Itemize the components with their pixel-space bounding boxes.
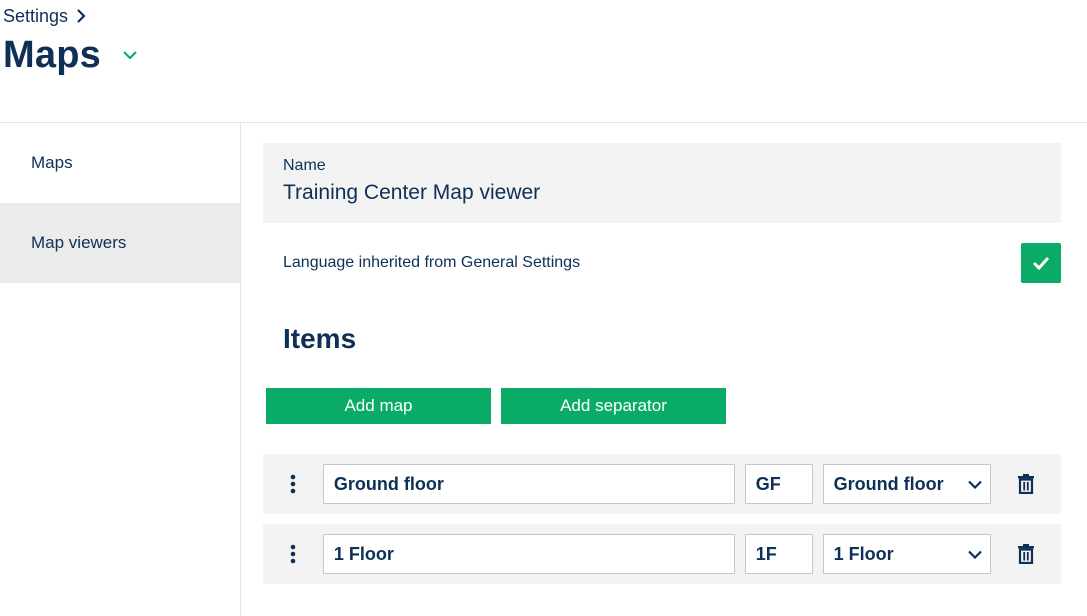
item-map-select[interactable]: 1 Floor [822,534,992,574]
chevron-down-icon [968,550,982,559]
item-list: Ground floor GF Ground floor 1 Floor 1F … [263,454,1061,584]
language-row: Language inherited from General Settings [263,223,1061,303]
name-field[interactable]: Name Training Center Map viewer [263,143,1061,223]
trash-icon[interactable] [991,524,1061,584]
chevron-down-icon[interactable] [123,50,137,60]
trash-icon[interactable] [991,454,1061,514]
main-content: Name Training Center Map viewer Language… [263,143,1061,594]
item-row: Ground floor GF Ground floor [263,454,1061,514]
page-title-row: Maps [3,32,137,78]
page-title: Maps [3,33,101,76]
language-label: Language inherited from General Settings [283,254,581,271]
items-heading: Items [283,323,357,354]
item-name-input[interactable]: 1 Floor [322,534,735,574]
item-map-select-value: Ground floor [833,473,944,494]
item-map-select[interactable]: Ground floor [822,464,992,504]
item-row: 1 Floor 1F 1 Floor [263,524,1061,584]
checkmark-icon [1032,256,1050,270]
item-short-input[interactable]: 1F [744,534,813,574]
drag-handle-icon[interactable] [263,454,323,514]
add-separator-button[interactable]: Add separator [501,388,726,424]
chevron-right-icon [76,9,86,23]
chevron-down-icon [968,480,982,489]
breadcrumb[interactable]: Settings [3,6,86,26]
sidebar-item-label: Map viewers [31,233,127,252]
item-name-input[interactable]: Ground floor [322,464,735,504]
name-value[interactable]: Training Center Map viewer [283,181,1041,205]
item-actions: Add map Add separator [263,388,1061,424]
add-map-button[interactable]: Add map [266,388,491,424]
sidebar-item-map-viewers[interactable]: Map viewers [0,203,240,283]
sidebar-item-label: Maps [31,153,73,172]
item-map-select-value: 1 Floor [833,543,894,564]
sidebar: Maps Map viewers [0,123,241,616]
drag-handle-icon[interactable] [263,524,323,584]
sidebar-item-maps[interactable]: Maps [0,123,240,203]
name-label: Name [283,157,326,174]
breadcrumb-settings-link[interactable]: Settings [3,6,68,27]
item-short-input[interactable]: GF [744,464,813,504]
language-checkbox[interactable] [1021,243,1061,283]
